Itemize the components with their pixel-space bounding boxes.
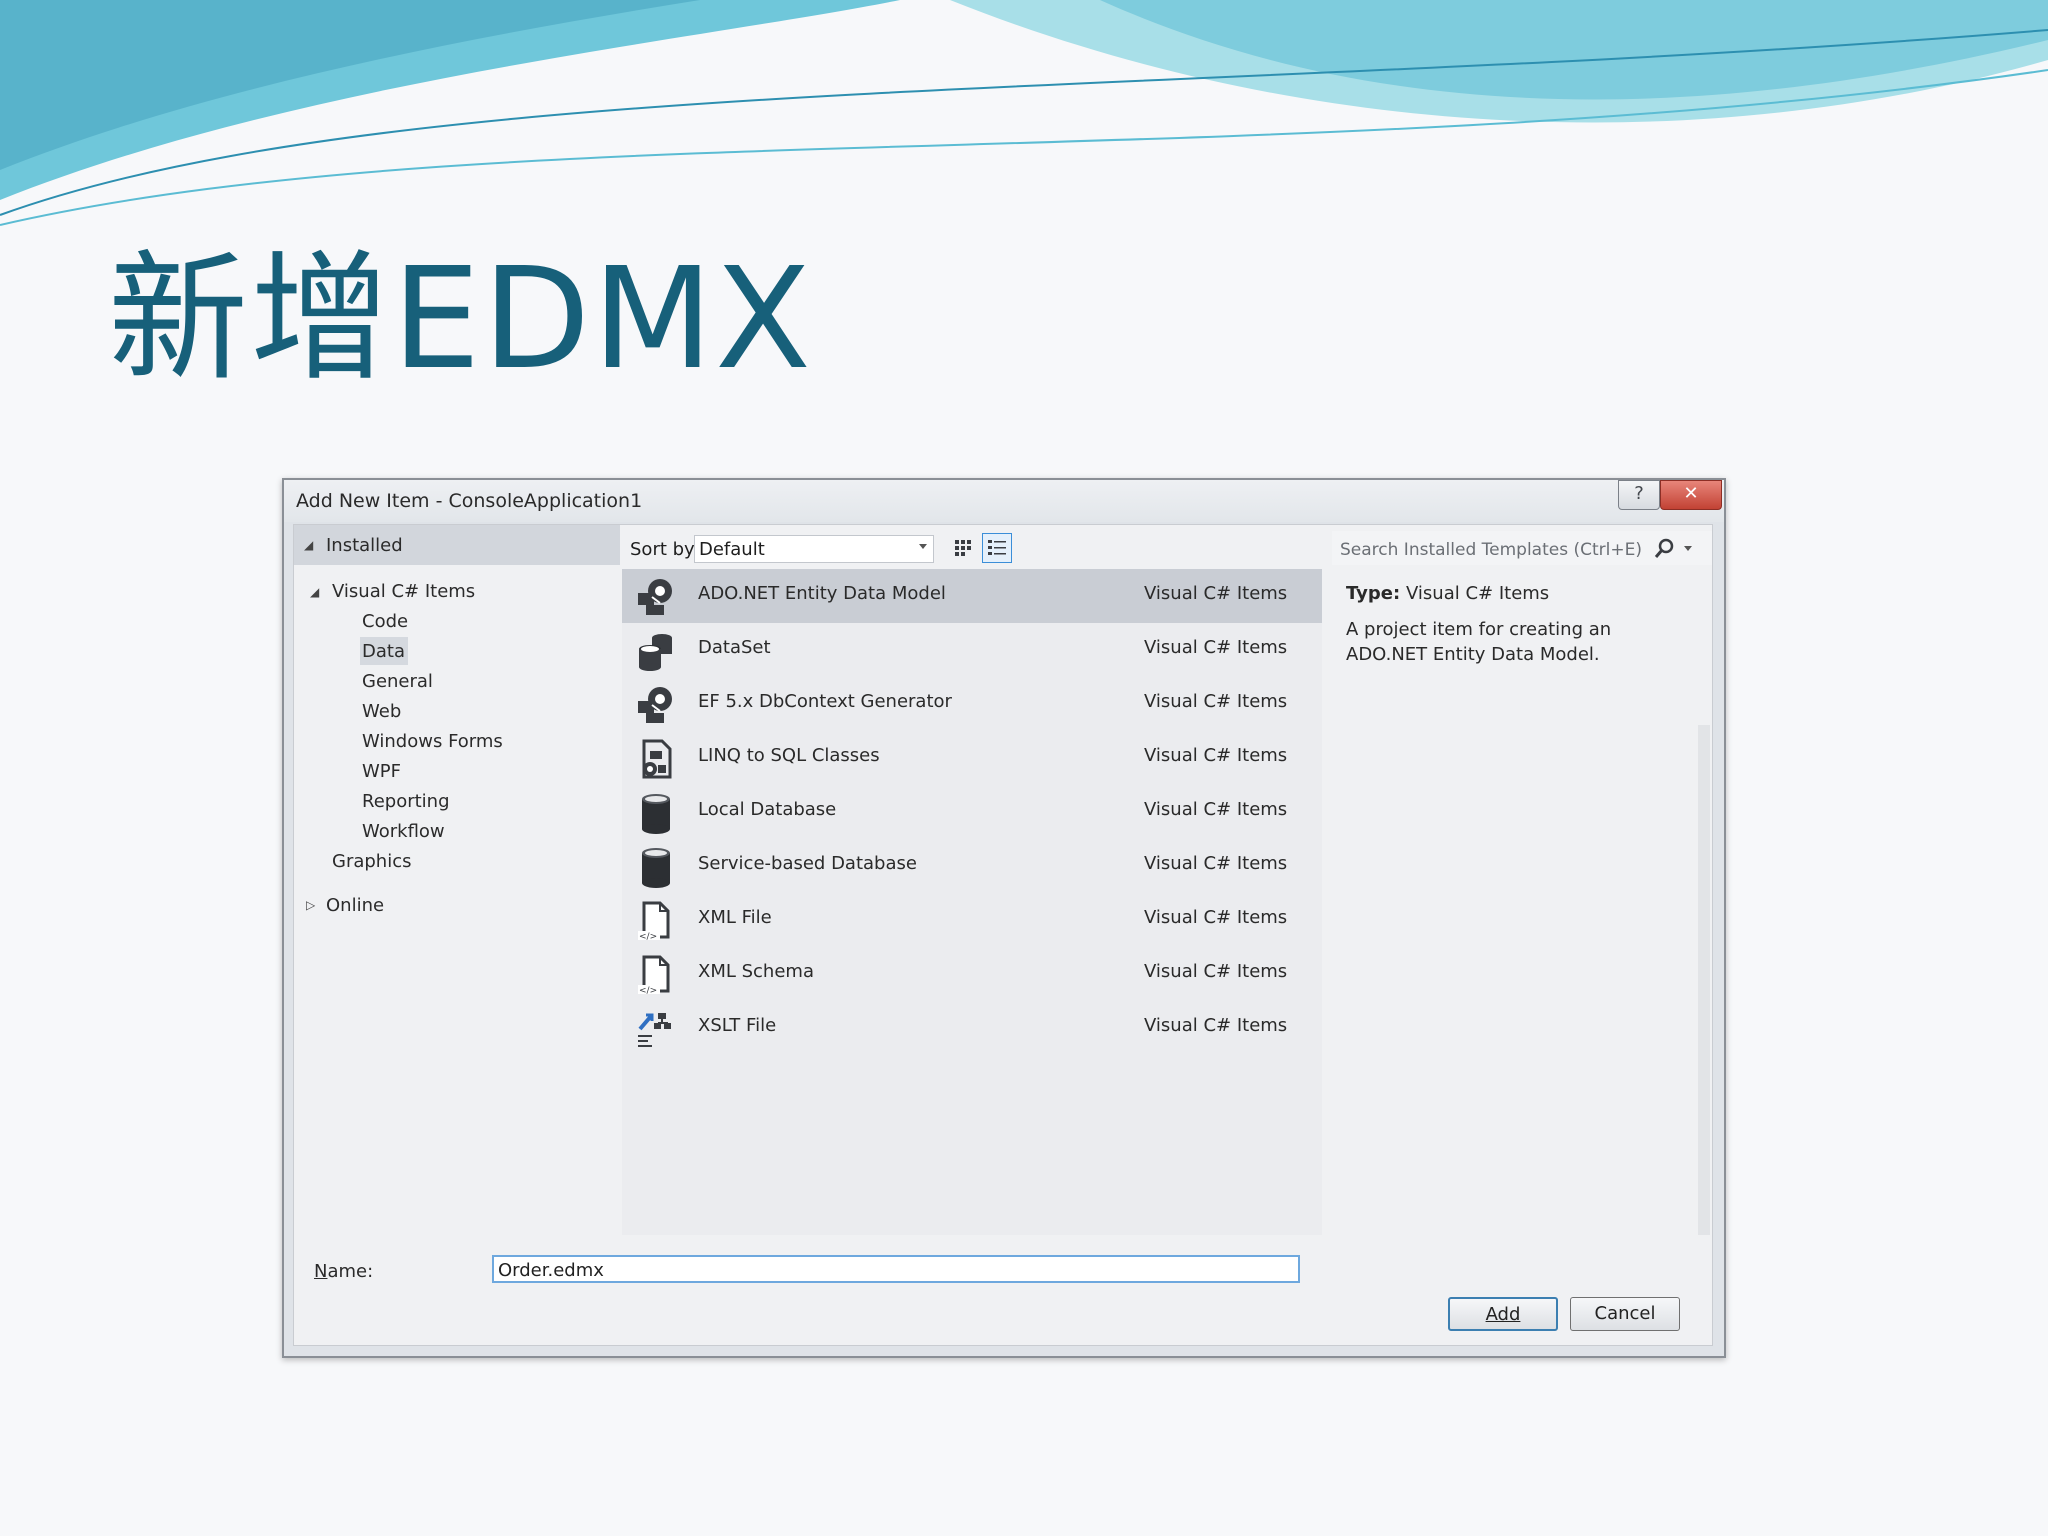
search-templates-input[interactable]: Search Installed Templates (Ctrl+E) (1332, 531, 1712, 565)
sort-toolbar: Sort by: Default (622, 525, 1322, 569)
dataset-icon (639, 634, 672, 671)
template-category: Visual C# Items (1144, 1015, 1288, 1036)
tree-item-workflow[interactable]: Workflow (362, 821, 445, 842)
template-list: ADO.NET Entity Data Model Visual C# Item… (622, 569, 1322, 1235)
details-type-value: Visual C# Items (1406, 583, 1550, 604)
help-button[interactable]: ? (1618, 480, 1660, 510)
template-row-xml-schema[interactable]: </> XML Schema Visual C# Items (622, 947, 1322, 1001)
template-name: Local Database (698, 799, 837, 820)
details-scrollbar[interactable] (1698, 725, 1710, 1235)
dbcontext-generator-icon (638, 687, 672, 723)
add-button[interactable]: Add (1448, 1297, 1558, 1331)
list-view-button[interactable] (982, 533, 1012, 563)
cancel-button-label: Cancel (1594, 1303, 1656, 1324)
template-category: Visual C# Items (1144, 907, 1288, 928)
tree-item-code[interactable]: Code (362, 611, 408, 632)
name-field[interactable]: Order.edmx (492, 1255, 1300, 1283)
details-description: A project item for creating an ADO.NET E… (1346, 619, 1612, 665)
template-row-xml-file[interactable]: </> XML File Visual C# Items (622, 893, 1322, 947)
chevron-down-icon (919, 544, 927, 549)
name-label-accesskey: N (314, 1261, 328, 1282)
details-type-label: Type: (1346, 583, 1401, 604)
tree-label-installed: Installed (326, 535, 403, 556)
template-name: LINQ to SQL Classes (698, 745, 880, 766)
template-tree: ◢ Installed ◢ Visual C# Items Code Data … (294, 525, 620, 1235)
header-wave-decoration (0, 0, 2048, 226)
add-button-label: Add (1485, 1304, 1521, 1325)
template-category: Visual C# Items (1144, 637, 1288, 658)
expanded-triangle-icon: ◢ (310, 585, 320, 599)
template-name: XML File (698, 907, 772, 928)
template-row-service-based-database[interactable]: Service-based Database Visual C# Items (622, 839, 1322, 893)
linq-to-sql-icon (642, 739, 672, 779)
dialog-body: ◢ Installed ◢ Visual C# Items Code Data … (293, 524, 1713, 1346)
dialog-title: Add New Item - ConsoleApplication1 (296, 490, 643, 512)
svg-text:</>: </> (639, 932, 657, 942)
help-icon: ? (1634, 483, 1644, 504)
cancel-button[interactable]: Cancel (1570, 1297, 1680, 1331)
tree-label-online: Online (326, 895, 385, 916)
template-name: DataSet (698, 637, 771, 658)
svg-text:</>: </> (639, 986, 657, 996)
grid-view-icon (955, 540, 971, 556)
name-label: Name: (314, 1261, 373, 1282)
template-category: Visual C# Items (1144, 583, 1288, 604)
search-options-chevron-icon[interactable] (1684, 546, 1692, 551)
template-category: Visual C# Items (1144, 961, 1288, 982)
template-row-ef-dbcontext-generator[interactable]: EF 5.x DbContext Generator Visual C# Ite… (622, 677, 1322, 731)
list-view-icon (988, 540, 1006, 555)
template-row-linq-to-sql-classes[interactable]: LINQ to SQL Classes Visual C# Items (622, 731, 1322, 785)
template-category: Visual C# Items (1144, 799, 1288, 820)
tree-item-reporting[interactable]: Reporting (362, 791, 450, 812)
xml-file-icon: </> (638, 901, 670, 942)
small-icons-view-button[interactable] (948, 533, 978, 563)
dialog-titlebar: Add New Item - ConsoleApplication1 ? ✕ (284, 480, 1724, 522)
template-name: XSLT File (698, 1015, 777, 1036)
template-details-panel: Type: Visual C# Items A project item for… (1330, 569, 1700, 1235)
collapsed-triangle-icon: ▷ (306, 898, 316, 912)
database-icon (642, 794, 670, 834)
close-button[interactable]: ✕ (1660, 480, 1722, 510)
entity-model-icon (638, 579, 672, 615)
template-row-local-database[interactable]: Local Database Visual C# Items (622, 785, 1322, 839)
template-name: EF 5.x DbContext Generator (698, 691, 952, 712)
template-name: XML Schema (698, 961, 814, 982)
template-row-ado-net-entity-data-model[interactable]: ADO.NET Entity Data Model Visual C# Item… (622, 569, 1322, 623)
add-new-item-dialog: Add New Item - ConsoleApplication1 ? ✕ ◢… (282, 478, 1726, 1358)
expanded-triangle-icon: ◢ (304, 538, 314, 552)
template-row-dataset[interactable]: DataSet Visual C# Items (622, 623, 1322, 677)
database-icon (642, 848, 670, 888)
tree-item-general[interactable]: General (362, 671, 433, 692)
xslt-file-icon (638, 1013, 671, 1047)
close-icon: ✕ (1683, 483, 1699, 504)
name-field-value: Order.edmx (498, 1260, 604, 1281)
template-row-xslt-file[interactable]: XSLT File Visual C# Items (622, 1001, 1322, 1055)
search-placeholder: Search Installed Templates (Ctrl+E) (1340, 540, 1642, 560)
template-category: Visual C# Items (1144, 691, 1288, 712)
tree-label-visual-csharp-items: Visual C# Items (332, 581, 476, 602)
sort-by-label: Sort by: (630, 539, 700, 560)
template-name: Service-based Database (698, 853, 917, 874)
sort-by-value: Default (699, 539, 765, 560)
tree-item-web[interactable]: Web (362, 701, 401, 722)
template-name: ADO.NET Entity Data Model (698, 583, 946, 604)
tree-node-installed[interactable]: ◢ Installed (294, 525, 620, 565)
sort-by-dropdown[interactable]: Default (694, 535, 934, 563)
slide-title: 新增EDMX (108, 238, 813, 401)
tree-item-data[interactable]: Data (362, 641, 405, 662)
search-icon[interactable] (1652, 537, 1676, 561)
template-category: Visual C# Items (1144, 853, 1288, 874)
template-category: Visual C# Items (1144, 745, 1288, 766)
tree-item-windows-forms[interactable]: Windows Forms (362, 731, 503, 752)
tree-item-wpf[interactable]: WPF (362, 761, 401, 782)
tree-item-graphics[interactable]: Graphics (332, 851, 412, 872)
name-label-rest: ame: (327, 1261, 374, 1282)
xml-schema-icon: </> (638, 955, 670, 996)
